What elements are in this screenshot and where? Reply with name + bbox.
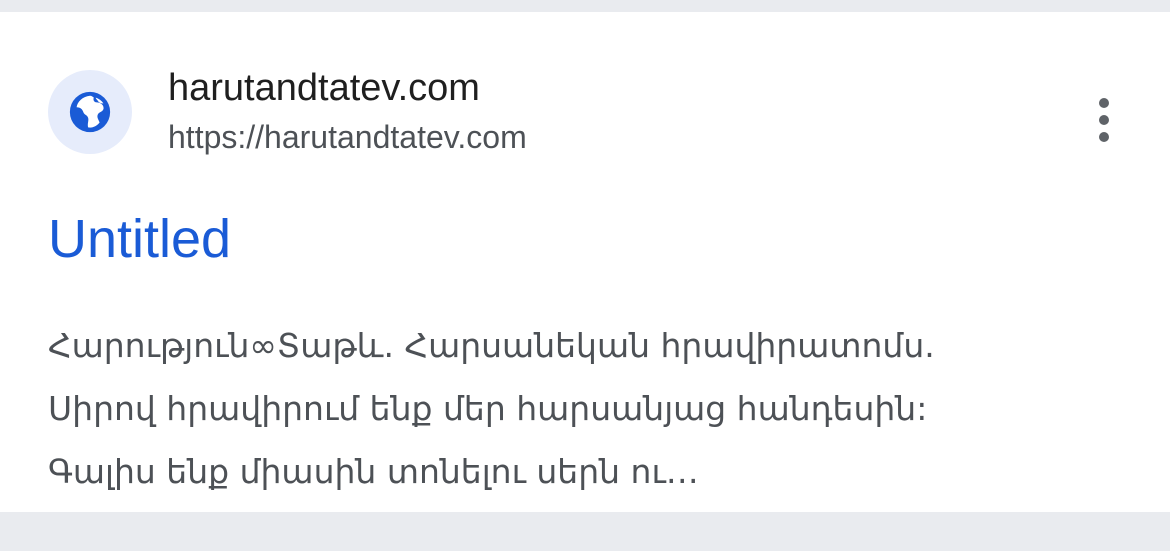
result-snippet: Հարություն∞Տաթև. Հարսանեկան հրավիրատոմս.… [48, 314, 1128, 503]
more-vert-icon-dot [1099, 115, 1109, 125]
more-options-button[interactable] [1082, 96, 1126, 144]
site-favicon[interactable] [48, 70, 132, 154]
result-title-link[interactable]: Untitled [48, 207, 231, 271]
search-result-card: harutandtatev.com https://harutandtatev.… [0, 12, 1170, 512]
site-url[interactable]: https://harutandtatev.com [168, 118, 527, 156]
globe-icon [69, 91, 111, 133]
site-name[interactable]: harutandtatev.com [168, 66, 480, 110]
snippet-line: Սիրով հրավիրում ենք մեր հարսանյաց հանդես… [48, 389, 928, 428]
snippet-line: Հարություն∞Տաթև. Հարսանեկան հրավիրատոմս. [48, 326, 935, 365]
more-vert-icon-dot [1099, 132, 1109, 142]
more-vert-icon [1099, 98, 1109, 108]
snippet-line: Գալիս ենք միասին տոնելու սերն ու… [48, 452, 699, 491]
